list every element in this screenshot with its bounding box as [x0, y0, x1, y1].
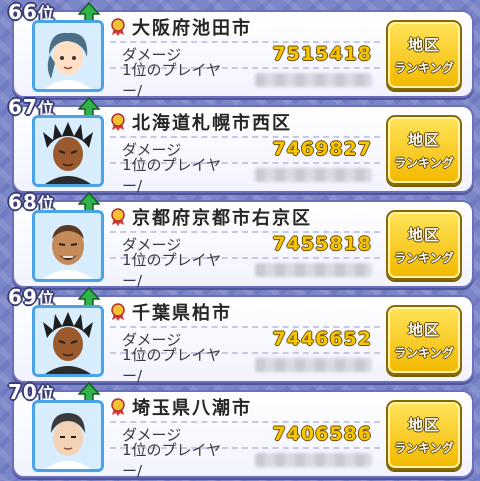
blurred-player-name	[254, 73, 372, 87]
area-name: 千葉県柏市	[132, 303, 232, 324]
top-player-row: 1位のプレイヤー/	[122, 441, 372, 480]
player-avatar	[32, 400, 104, 472]
area-title: 大阪府池田市	[110, 16, 252, 39]
medal-icon	[111, 303, 125, 321]
area-name: 埼玉県八潮市	[132, 398, 252, 419]
player-avatar	[32, 115, 104, 187]
area-title: 埼玉県八潮市	[110, 396, 252, 419]
damage-value: 7469827	[272, 138, 372, 160]
ranking-entry: 67位 北海道札幌市西区 ダメージ 7469827 1位のプレイヤー/ 地区 ラ…	[8, 95, 474, 195]
area-title: 北海道札幌市西区	[110, 111, 292, 134]
top-player-row: 1位のプレイヤー/	[122, 61, 372, 100]
damage-value: 7446652	[272, 328, 372, 350]
top-player-label: 1位のプレイヤー/	[122, 441, 222, 480]
damage-value: 7455818	[272, 233, 372, 255]
player-avatar	[32, 210, 104, 282]
blurred-player-name	[254, 263, 372, 277]
area-ranking-button[interactable]: 地区 ランキング	[386, 210, 462, 280]
medal-icon	[111, 208, 125, 226]
medal-icon	[111, 18, 125, 36]
top-player-label: 1位のプレイヤー/	[122, 251, 222, 290]
area-title: 京都府京都市右京区	[110, 206, 312, 229]
area-ranking-button-label-1: 地区	[407, 416, 440, 434]
blurred-player-name	[254, 453, 372, 467]
top-player-label: 1位のプレイヤー/	[122, 346, 222, 385]
top-player-row: 1位のプレイヤー/	[122, 346, 372, 385]
area-ranking-button-label-2: ランキング	[394, 156, 454, 170]
blurred-player-name	[254, 358, 372, 372]
area-ranking-button[interactable]: 地区 ランキング	[386, 400, 462, 470]
ranking-entry: 66位 大阪府池田市 ダメージ 7515418 1位のプレイヤー/ 地区 ランキ…	[8, 0, 474, 100]
area-ranking-button[interactable]: 地区 ランキング	[386, 305, 462, 375]
ranking-entry: 68位 京都府京都市右京区 ダメージ 7455818 1位のプレイヤー/ 地区 …	[8, 190, 474, 290]
medal-icon	[111, 113, 125, 131]
blurred-player-name	[254, 168, 372, 182]
area-ranking-button-label-2: ランキング	[394, 346, 454, 360]
ranking-list[interactable]: 66位 大阪府池田市 ダメージ 7515418 1位のプレイヤー/ 地区 ランキ…	[0, 0, 480, 480]
area-ranking-button-label-1: 地区	[407, 226, 440, 244]
area-name: 京都府京都市右京区	[132, 208, 312, 229]
medal-icon	[111, 398, 125, 416]
top-player-row: 1位のプレイヤー/	[122, 251, 372, 290]
player-avatar	[32, 20, 104, 92]
ranking-entry: 70位 埼玉県八潮市 ダメージ 7406586 1位のプレイヤー/ 地区 ランキ…	[8, 380, 474, 480]
area-title: 千葉県柏市	[110, 301, 232, 324]
area-ranking-button-label-1: 地区	[407, 321, 440, 339]
area-ranking-button-label-2: ランキング	[394, 251, 454, 265]
area-ranking-button[interactable]: 地区 ランキング	[386, 115, 462, 185]
damage-value: 7406586	[272, 423, 372, 445]
damage-value: 7515418	[272, 43, 372, 65]
area-ranking-button-label-2: ランキング	[394, 441, 454, 455]
area-ranking-button-label-1: 地区	[407, 131, 440, 149]
top-player-label: 1位のプレイヤー/	[122, 156, 222, 195]
ranking-entry: 69位 千葉県柏市 ダメージ 7446652 1位のプレイヤー/ 地区 ランキン…	[8, 285, 474, 385]
area-ranking-button-label-1: 地区	[407, 36, 440, 54]
area-ranking-button-label-2: ランキング	[394, 61, 454, 75]
area-ranking-button[interactable]: 地区 ランキング	[386, 20, 462, 90]
top-player-label: 1位のプレイヤー/	[122, 61, 222, 100]
area-name: 大阪府池田市	[132, 18, 252, 39]
player-avatar	[32, 305, 104, 377]
top-player-row: 1位のプレイヤー/	[122, 156, 372, 195]
area-name: 北海道札幌市西区	[132, 113, 292, 134]
